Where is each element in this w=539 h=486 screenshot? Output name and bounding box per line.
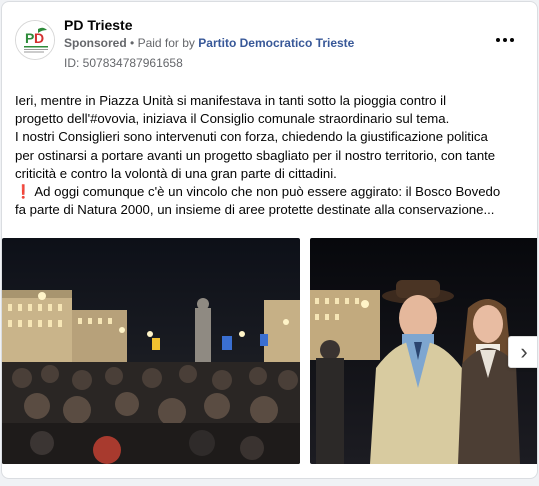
ad-card: P D PD Trieste Sponsored • Paid for by P… <box>1 1 538 479</box>
ad-body-text: Ieri, mentre in Piazza Unità si manifest… <box>15 92 531 219</box>
more-options-icon[interactable] <box>493 28 517 52</box>
crowd-photo[interactable] <box>2 238 300 464</box>
carousel-next-button[interactable]: › <box>508 336 537 368</box>
body-line: fa parte di Natura 2000, un insieme di a… <box>15 202 495 218</box>
payer-name[interactable]: Partito Democratico Trieste <box>198 36 354 50</box>
body-line-text: Ad oggi comunque c'è un vincolo che non … <box>31 184 501 200</box>
body-line: per ostinarsi a portare avanti un proget… <box>15 147 496 163</box>
ad-header: P D PD Trieste Sponsored • Paid for by P… <box>14 14 525 70</box>
pd-logo-icon: P D <box>16 21 54 59</box>
body-line: ❗ Ad oggi comunque c'è un vincolo che no… <box>15 183 531 201</box>
body-line: Ieri, mentre in Piazza Unità si manifest… <box>15 93 447 108</box>
sponsored-label: Sponsored <box>64 36 127 50</box>
body-line: I nostri Consiglieri sono intervenuti co… <box>15 129 488 145</box>
exclamation-icon: ❗ <box>15 184 32 200</box>
meta-separator: • <box>130 36 135 50</box>
svg-text:D: D <box>34 30 44 46</box>
body-line: criticità e contro la volontà di una gra… <box>15 165 337 181</box>
paid-for-prefix: Paid for by <box>137 36 195 50</box>
page-name[interactable]: PD Trieste <box>64 17 132 33</box>
media-carousel: › <box>2 238 537 464</box>
ad-meta: Sponsored • Paid for by Partito Democrat… <box>64 36 354 50</box>
svg-text:P: P <box>25 30 34 46</box>
portrait-photo[interactable] <box>310 238 537 464</box>
ad-id: ID: 507834787961658 <box>64 56 183 70</box>
body-line: progetto dell'#ovovia, iniziava il Consi… <box>15 111 450 127</box>
page-avatar[interactable]: P D <box>15 20 55 60</box>
